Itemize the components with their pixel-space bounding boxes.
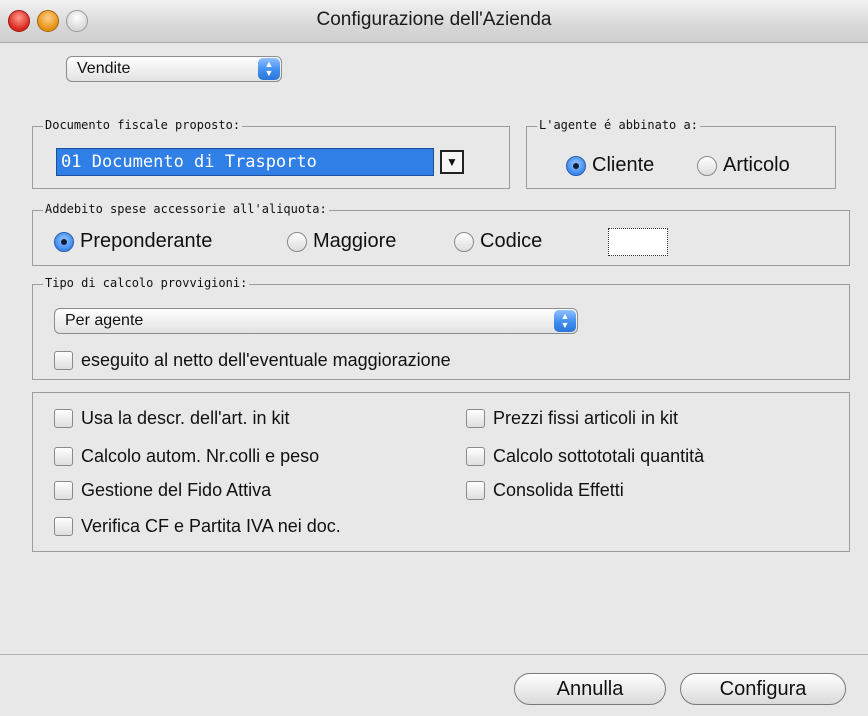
- checkbox-box: [54, 351, 73, 370]
- provvigioni-popup-value: Per agente: [65, 312, 144, 329]
- checkbox-sottototali-quantita[interactable]: Calcolo sottototali quantità: [466, 446, 704, 467]
- radio-codice[interactable]: Codice: [454, 230, 542, 253]
- radio-maggiore[interactable]: Maggiore: [287, 230, 396, 253]
- checkbox-box: [54, 447, 73, 466]
- checkbox-descr-kit-label: Usa la descr. dell'art. in kit: [81, 408, 290, 428]
- documento-combo-value: 01 Documento di Trasporto: [61, 152, 317, 172]
- configure-button[interactable]: Configura: [680, 673, 846, 705]
- checkbox-box: [54, 481, 73, 500]
- documento-combo-field[interactable]: 01 Documento di Trasporto: [56, 148, 434, 176]
- triangle-down-icon: ▼: [446, 155, 458, 169]
- window-title: Configurazione dell'Azienda: [316, 9, 552, 30]
- configuration-window: Configurazione dell'Azienda Vendite ▲ ▼ D…: [0, 0, 868, 716]
- checkbox-descr-kit[interactable]: Usa la descr. dell'art. in kit: [54, 408, 290, 429]
- provvigioni-popup[interactable]: Per agente ▲ ▼: [54, 308, 578, 334]
- popup-arrows-icon: ▲ ▼: [258, 58, 280, 80]
- checkbox-netto-maggiorazione[interactable]: eseguito al netto dell'eventuale maggior…: [54, 350, 451, 371]
- checkbox-box: [466, 409, 485, 428]
- radio-codice-label: Codice: [480, 230, 543, 252]
- checkbox-prezzi-fissi-kit[interactable]: Prezzi fissi articoli in kit: [466, 408, 678, 429]
- checkbox-consolida-effetti[interactable]: Consolida Effetti: [466, 480, 624, 501]
- checkbox-box: [466, 481, 485, 500]
- radio-articolo-label: Articolo: [723, 154, 790, 176]
- cancel-button[interactable]: Annulla: [514, 673, 666, 705]
- checkbox-box: [54, 517, 73, 536]
- radio-preponderante[interactable]: Preponderante: [54, 230, 212, 253]
- codice-input[interactable]: [608, 228, 668, 256]
- checkbox-prezzi-fissi-kit-label: Prezzi fissi articoli in kit: [493, 408, 679, 428]
- radio-selected-icon: [566, 155, 586, 176]
- checkbox-netto-maggiorazione-label: eseguito al netto dell'eventuale maggior…: [81, 350, 451, 370]
- documento-group-label: Documento fiscale proposto:: [43, 118, 243, 132]
- addebito-group-label: Addebito spese accessorie all'aliquota:: [43, 202, 329, 216]
- radio-cliente-label: Cliente: [592, 154, 655, 176]
- radio-unselected-icon: [287, 231, 307, 252]
- radio-unselected-icon: [697, 155, 717, 176]
- checkbox-fido-attiva[interactable]: Gestione del Fido Attiva: [54, 480, 271, 501]
- radio-articolo[interactable]: Articolo: [697, 154, 790, 177]
- radio-cliente[interactable]: Cliente: [566, 154, 654, 177]
- agente-group-label: L'agente é abbinato a:: [537, 118, 700, 132]
- checkbox-colli-peso-label: Calcolo autom. Nr.colli e peso: [81, 446, 320, 466]
- radio-preponderante-label: Preponderante: [80, 230, 213, 252]
- radio-selected-icon: [54, 231, 74, 252]
- checkbox-verifica-cf-label: Verifica CF e Partita IVA nei doc.: [81, 516, 341, 536]
- checkbox-fido-attiva-label: Gestione del Fido Attiva: [81, 480, 272, 500]
- cancel-button-label: Annulla: [556, 678, 624, 700]
- popup-arrows-icon: ▲ ▼: [554, 310, 576, 332]
- provvigioni-group-label: Tipo di calcolo provvigioni:: [43, 276, 250, 290]
- section-popup[interactable]: Vendite ▲ ▼: [66, 56, 282, 82]
- footer-separator: [0, 654, 868, 655]
- checkbox-consolida-effetti-label: Consolida Effetti: [493, 480, 624, 500]
- checkbox-box: [54, 409, 73, 428]
- checkbox-sottototali-quantita-label: Calcolo sottototali quantità: [493, 446, 705, 466]
- checkbox-box: [466, 447, 485, 466]
- checkbox-colli-peso[interactable]: Calcolo autom. Nr.colli e peso: [54, 446, 319, 467]
- radio-unselected-icon: [454, 231, 474, 252]
- configure-button-label: Configura: [719, 678, 807, 700]
- documento-dropdown-button[interactable]: ▼: [440, 150, 464, 174]
- section-popup-value: Vendite: [77, 60, 131, 77]
- radio-maggiore-label: Maggiore: [313, 230, 397, 252]
- checkbox-verifica-cf[interactable]: Verifica CF e Partita IVA nei doc.: [54, 516, 341, 537]
- title-bar: Configurazione dell'Azienda: [0, 0, 868, 43]
